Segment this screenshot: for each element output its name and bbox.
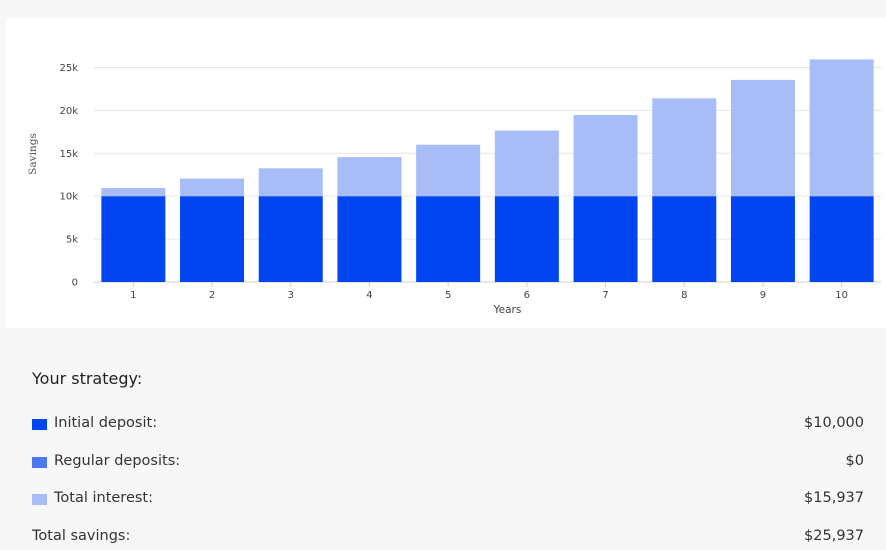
bar-total-interest[interactable] [730,79,795,197]
y-tick-label: 15k [59,149,78,160]
bar-initial-deposit[interactable] [573,196,638,282]
regular-deposits-label: Regular deposits: [54,453,181,469]
regular-deposits-swatch [32,457,47,468]
y-tick-label: 20k [59,106,78,117]
strategy-title: Your strategy: [32,369,143,388]
bar-initial-deposit[interactable] [809,196,874,282]
initial-deposit-row: Initial deposit: $10,000 [32,415,864,437]
bar-total-interest[interactable] [416,144,481,197]
total-interest-row: Total interest: $15,937 [32,490,864,512]
x-tick-label: 1 [130,290,136,301]
bar-total-interest[interactable] [652,98,717,197]
savings-chart-card: 0 5k 10k 15k 20k 25k 1 2 3 4 5 6 7 8 9 10 Years Savings [6,18,886,328]
y-tick-label: 5k [66,235,78,246]
total-savings-value: $25,937 [804,528,864,544]
bar-total-interest[interactable] [180,178,245,197]
bar-total-interest[interactable] [337,157,402,197]
bar-total-interest[interactable] [258,168,323,197]
y-axis-title: Savings [27,133,39,175]
bar-initial-deposit[interactable] [101,196,166,282]
x-tick-label: 4 [366,290,372,301]
bar-initial-deposit[interactable] [416,196,481,282]
bar-total-interest[interactable] [573,115,638,197]
initial-deposit-swatch [32,419,47,430]
bar-initial-deposit[interactable] [494,196,559,282]
x-tick-label: 9 [760,290,766,301]
x-axis-title: Years [493,304,522,316]
bar-total-interest[interactable] [101,188,166,197]
y-tick-label: 10k [59,192,78,203]
savings-chart: 0 5k 10k 15k 20k 25k 1 2 3 4 5 6 7 8 9 10 Years Savings [27,59,881,316]
x-tick-label: 6 [524,290,530,301]
x-tick-label: 7 [602,290,608,301]
initial-deposit-value: $10,000 [804,415,864,431]
bar-initial-deposit[interactable] [652,196,717,282]
bar-initial-deposit[interactable] [180,196,245,282]
bar-total-interest[interactable] [494,130,559,197]
bar-initial-deposit[interactable] [258,196,323,282]
x-tick-label: 8 [681,290,687,301]
x-tick-label: 2 [209,290,215,301]
initial-deposit-label: Initial deposit: [54,415,158,431]
total-interest-value: $15,937 [804,490,864,506]
strategy-summary: Your strategy: Initial deposit: $10,000 … [0,340,886,546]
bar-total-interest[interactable] [809,59,874,197]
regular-deposits-row: Regular deposits: $0 [32,453,864,475]
x-tick-label: 5 [445,290,451,301]
x-tick-label: 10 [835,290,848,301]
total-savings-row: Total savings: $25,937 [32,528,864,550]
total-interest-swatch [32,494,47,505]
bar-initial-deposit[interactable] [337,196,402,282]
regular-deposits-value: $0 [845,453,864,469]
y-tick-label: 25k [59,63,78,74]
total-interest-label: Total interest: [54,490,153,506]
total-savings-label: Total savings: [32,528,131,544]
x-tick-label: 3 [288,290,294,301]
bar-initial-deposit[interactable] [730,196,795,282]
y-tick-label: 0 [72,278,78,289]
